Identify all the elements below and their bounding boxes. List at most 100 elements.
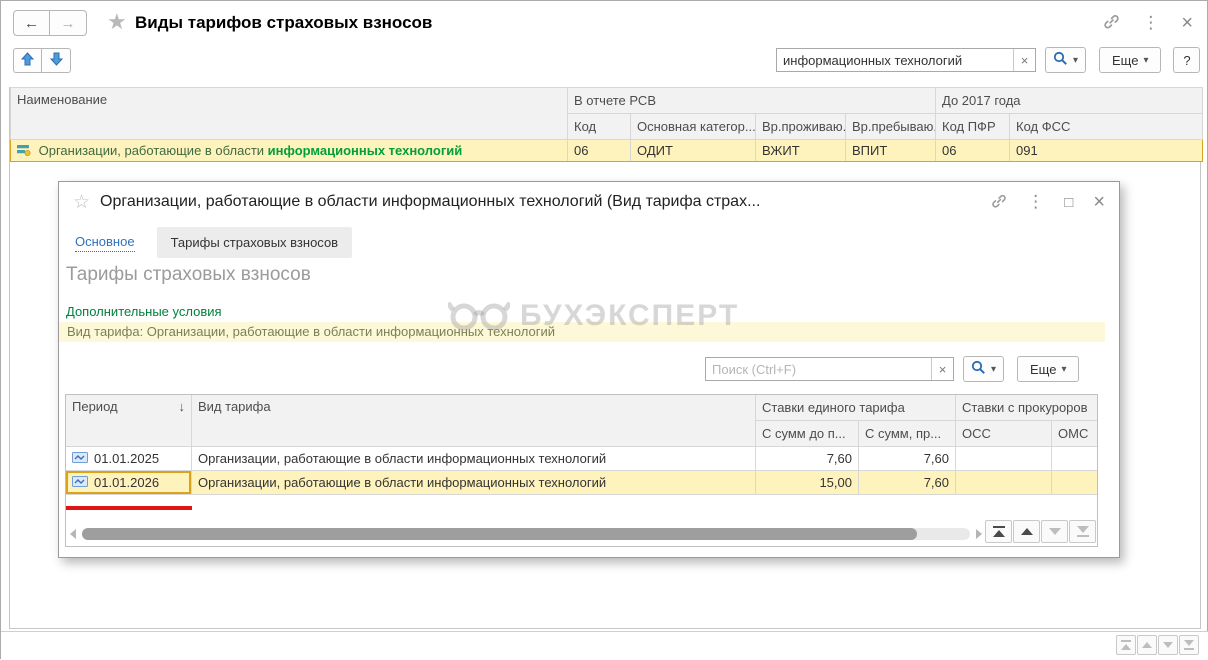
next-icon — [1048, 528, 1061, 535]
additional-conditions-link[interactable]: Дополнительные условия — [66, 304, 222, 319]
register-record-icon — [72, 451, 88, 466]
status-bar — [1, 631, 1208, 660]
cell-kind[interactable]: Организации, работающие в области информ… — [191, 470, 756, 495]
group-header-unified: Ставки единого тарифа — [754, 395, 957, 421]
cell-oms[interactable] — [1051, 470, 1097, 495]
cell-resident[interactable]: ВЖИТ — [755, 139, 846, 162]
link-icon[interactable] — [1103, 13, 1120, 33]
history-nav: ← → — [13, 10, 87, 36]
sort-down-icon: ↓ — [178, 399, 186, 414]
column-header-staying[interactable]: Вр.пребываю... — [845, 113, 936, 140]
column-header-resident[interactable]: Вр.проживаю... — [755, 113, 846, 140]
cell-under[interactable]: 15,00 — [755, 470, 859, 495]
cell-staying[interactable]: ВПИТ — [845, 139, 936, 162]
cell-over[interactable]: 7,60 — [857, 446, 957, 471]
cell-under[interactable]: 7,60 — [755, 446, 859, 471]
search-button[interactable]: ▾ — [963, 356, 1004, 382]
group-header-rsv: В отчете РСВ — [567, 87, 936, 114]
prev-icon — [1020, 528, 1033, 535]
maximize-icon[interactable]: □ — [1064, 194, 1073, 211]
dialog-heading: Тарифы страховых взносов — [66, 264, 311, 285]
clear-search-icon[interactable]: × — [931, 358, 953, 380]
chevron-down-icon: ▾ — [1143, 54, 1149, 66]
scrollbar-thumb[interactable] — [82, 528, 917, 540]
table-row[interactable]: Организации, работающие в области информ… — [10, 139, 1204, 162]
scroll-left-icon[interactable] — [70, 529, 76, 539]
cell-pfr[interactable]: 06 — [935, 139, 1010, 162]
more-button[interactable]: Еще ▾ — [1017, 356, 1080, 382]
clear-search-icon[interactable]: × — [1013, 49, 1035, 71]
go-first-button[interactable] — [1116, 635, 1136, 655]
go-prev-button[interactable] — [1013, 520, 1040, 543]
column-header-fss[interactable]: Код ФСС — [1008, 113, 1204, 140]
help-button[interactable]: ? — [1173, 47, 1201, 73]
search-icon — [1053, 51, 1068, 69]
table-row-selected[interactable]: 01.01.2026 Организации, работающие в обл… — [66, 470, 1097, 495]
cell-oss[interactable] — [955, 470, 1053, 495]
column-header-code[interactable]: Код — [567, 113, 631, 140]
favorite-star-outline-icon[interactable]: ☆ — [73, 191, 90, 214]
dialog-close-icon[interactable]: × — [1093, 192, 1105, 212]
chevron-down-icon: ▾ — [990, 363, 997, 375]
cell-kind[interactable]: Организации, работающие в области информ… — [191, 446, 756, 471]
tab-main[interactable]: Основное — [75, 234, 135, 252]
go-last-button[interactable] — [1179, 635, 1199, 655]
column-header-period[interactable]: Период ↓ — [66, 395, 192, 447]
go-first-button[interactable] — [985, 520, 1012, 543]
horizontal-scrollbar[interactable] — [70, 527, 982, 541]
cell-fss[interactable]: 091 — [1008, 139, 1204, 162]
close-icon[interactable]: × — [1181, 13, 1193, 33]
move-down-button[interactable] — [42, 48, 71, 73]
table-row[interactable]: 01.01.2025 Организации, работающие в обл… — [66, 446, 1097, 471]
column-header-over[interactable]: С сумм, пр... — [857, 420, 957, 447]
row-name-text: Организации, работающие в области — [38, 142, 268, 158]
dialog-title: Организации, работающие в области информ… — [100, 193, 761, 210]
favorite-star-icon[interactable]: ★ — [107, 9, 127, 35]
search-field: × — [776, 48, 1036, 72]
back-button[interactable]: ← — [13, 10, 50, 36]
tab-tariffs[interactable]: Тарифы страховых взносов — [156, 227, 353, 258]
go-last-button[interactable] — [1069, 520, 1096, 543]
cell-oss[interactable] — [955, 446, 1053, 471]
dialog-tabs: Основное Тарифы страховых взносов — [75, 226, 353, 258]
dialog-header: ☆ Организации, работающие в области инфо… — [59, 182, 1119, 222]
forward-arrow-icon: → — [60, 14, 76, 32]
record-nav-buttons — [1115, 635, 1199, 655]
cell-category[interactable]: ОДИТ — [630, 139, 756, 162]
scroll-right-icon[interactable] — [976, 529, 982, 539]
more-label: Еще — [1112, 52, 1139, 68]
scrollbar-track[interactable] — [82, 528, 970, 540]
menu-kebab-icon[interactable]: ⋮ — [1027, 193, 1044, 210]
column-header-name[interactable]: Наименование — [10, 87, 568, 140]
column-header-oss[interactable]: ОСС — [955, 420, 1053, 447]
column-header-pfr[interactable]: Код ПФР — [935, 113, 1010, 140]
dialog-controls: ⋮ □ × — [991, 192, 1105, 212]
cell-name[interactable]: Организации, работающие в области информ… — [10, 139, 568, 162]
go-next-button[interactable] — [1041, 520, 1068, 543]
search-button[interactable]: ▾ — [1045, 47, 1086, 73]
register-record-icon — [72, 475, 88, 490]
move-up-button[interactable] — [13, 48, 42, 73]
more-button[interactable]: Еще ▾ — [1099, 47, 1162, 73]
link-icon[interactable] — [991, 193, 1007, 212]
cell-period-selected[interactable]: 01.01.2026 — [66, 470, 192, 495]
go-prev-button[interactable] — [1137, 635, 1157, 655]
cell-over[interactable]: 7,60 — [857, 470, 957, 495]
chevron-down-icon: ▾ — [1061, 363, 1067, 375]
search-input[interactable] — [777, 49, 1013, 71]
cell-period[interactable]: 01.01.2025 — [66, 446, 192, 471]
window-controls: ⋮ × — [1103, 13, 1193, 33]
dialog-search-input[interactable] — [706, 358, 931, 380]
column-header-category[interactable]: Основная категор... — [630, 113, 756, 140]
cell-oms[interactable] — [1051, 446, 1097, 471]
tariffs-table: Период ↓ Вид тарифа Ставки единого тариф… — [66, 395, 1097, 495]
cell-code[interactable]: 06 — [567, 139, 631, 162]
forward-button[interactable]: → — [50, 10, 87, 36]
column-header-under[interactable]: С сумм до п... — [755, 420, 859, 447]
go-next-button[interactable] — [1158, 635, 1178, 655]
column-header-kind[interactable]: Вид тарифа — [191, 395, 756, 447]
search-field: × — [705, 357, 954, 381]
row-name-match: информационных технологий — [267, 142, 463, 158]
column-header-oms[interactable]: ОМС — [1051, 420, 1097, 447]
menu-kebab-icon[interactable]: ⋮ — [1142, 14, 1159, 31]
